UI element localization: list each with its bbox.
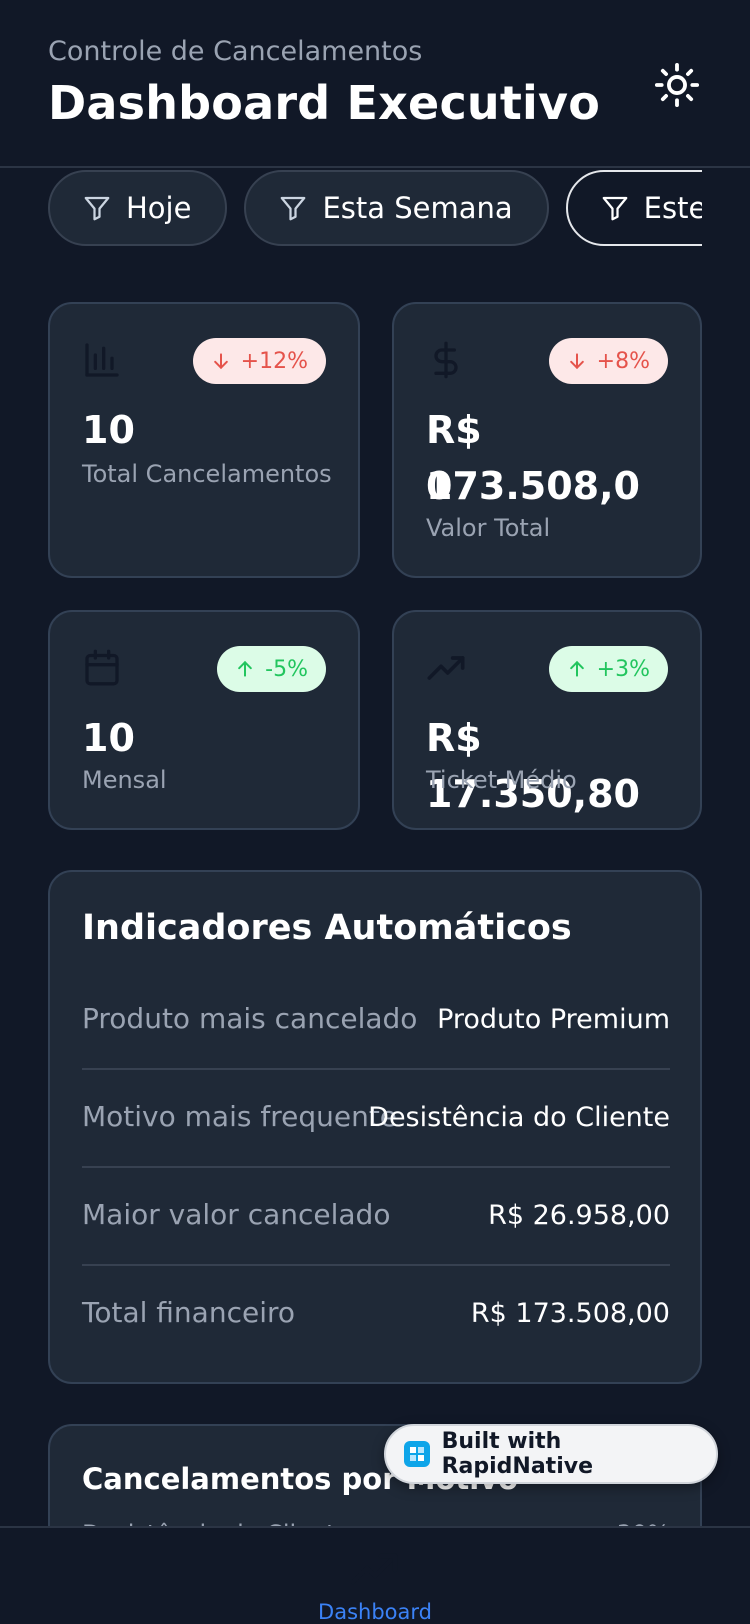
stat-card-ticket-medio[interactable]: +3% R$ 17.350,80 Ticket Médio xyxy=(392,610,702,830)
trend-badge-value: -5% xyxy=(265,656,308,682)
indicator-value: R$ 26.958,00 xyxy=(488,1200,670,1231)
header: Controle de Cancelamentos Dashboard Exec… xyxy=(0,0,750,168)
stat-card-valor-total[interactable]: +8% R$ 173.508,0 0 Valor Total xyxy=(392,302,702,578)
rapidnative-logo-icon xyxy=(404,1441,430,1467)
filter-icon xyxy=(602,196,628,221)
indicators-title: Indicadores Automáticos xyxy=(82,908,572,948)
indicator-value: Desistência do Cliente xyxy=(368,1102,670,1133)
filter-chip-label: Este Mês xyxy=(643,191,702,225)
indicator-value: R$ 173.508,00 xyxy=(470,1298,670,1329)
dollar-icon xyxy=(434,341,458,379)
indicator-label: Total financeiro xyxy=(82,1296,296,1329)
nav-label: Dashboard xyxy=(318,1600,432,1624)
page-title: Dashboard Executivo xyxy=(48,76,601,130)
calendar-icon xyxy=(85,649,119,686)
stat-label: Mensal xyxy=(82,766,167,794)
indicator-row: Maior valor cancelado R$ 26.958,00 xyxy=(82,1168,670,1266)
trending-up-icon xyxy=(351,1553,398,1585)
filter-chip-esta-semana[interactable]: Esta Semana xyxy=(244,170,549,246)
bottom-nav: Dashboard xyxy=(0,1526,750,1624)
filter-bar: Hoje Esta Semana Este Mês xyxy=(48,170,702,248)
built-with-badge[interactable]: Built with RapidNative xyxy=(384,1424,718,1484)
stat-value: 10 xyxy=(82,408,135,452)
trend-badge-value: +12% xyxy=(240,348,308,374)
stat-label: Valor Total xyxy=(426,514,551,542)
trend-badge: +12% xyxy=(192,338,326,384)
page-subtitle: Controle de Cancelamentos xyxy=(48,36,423,67)
arrow-down-icon xyxy=(213,353,228,370)
stat-card-total-cancelamentos[interactable]: +12% 10 Total Cancelamentos xyxy=(48,302,360,578)
sun-icon xyxy=(654,62,700,108)
indicator-row: Total financeiro R$ 173.508,00 xyxy=(82,1266,670,1364)
arrow-up-icon xyxy=(238,660,252,677)
trend-badge-value: +8% xyxy=(596,348,650,374)
filter-chip-hoje[interactable]: Hoje xyxy=(48,170,228,246)
bar-chart-icon xyxy=(85,343,119,377)
filter-icon xyxy=(281,196,306,221)
filter-chip-label: Hoje xyxy=(126,191,192,225)
arrow-up-icon xyxy=(569,660,584,677)
stat-value-line-2: 0 xyxy=(426,464,453,508)
indicator-label: Motivo mais frequente xyxy=(82,1100,398,1133)
nav-item-dashboard[interactable]: Dashboard xyxy=(300,1528,450,1624)
indicator-value: Produto Premium xyxy=(437,1004,670,1035)
arrow-down-icon xyxy=(569,353,584,370)
stat-card-mensal[interactable]: -5% 10 Mensal xyxy=(48,610,360,830)
screen: Controle de Cancelamentos Dashboard Exec… xyxy=(0,0,750,1624)
theme-toggle-button[interactable] xyxy=(652,60,702,110)
stat-label: Ticket Médio xyxy=(426,766,577,794)
filter-icon xyxy=(84,196,110,221)
trending-up-icon xyxy=(427,656,465,680)
indicator-row: Produto mais cancelado Produto Premium xyxy=(82,972,670,1070)
indicators-card: Indicadores Automáticos Produto mais can… xyxy=(48,870,702,1384)
built-with-label: Built with RapidNative xyxy=(441,1429,593,1479)
indicator-row: Motivo mais frequente Desistência do Cli… xyxy=(82,1070,670,1168)
indicator-label: Produto mais cancelado xyxy=(82,1002,418,1035)
trend-badge: +8% xyxy=(548,338,668,384)
trend-badge: -5% xyxy=(217,646,326,692)
trend-badge: +3% xyxy=(548,646,668,692)
trend-badge-value: +3% xyxy=(596,656,650,682)
stat-value: 10 xyxy=(82,716,135,760)
filter-chip-label: Esta Semana xyxy=(322,191,513,225)
stat-label: Total Cancelamentos xyxy=(82,460,332,488)
stat-value-line-1: R$ 173.508,0 xyxy=(426,408,640,508)
filter-chip-este-mes[interactable]: Este Mês xyxy=(565,170,702,246)
indicator-label: Maior valor cancelado xyxy=(82,1198,391,1231)
